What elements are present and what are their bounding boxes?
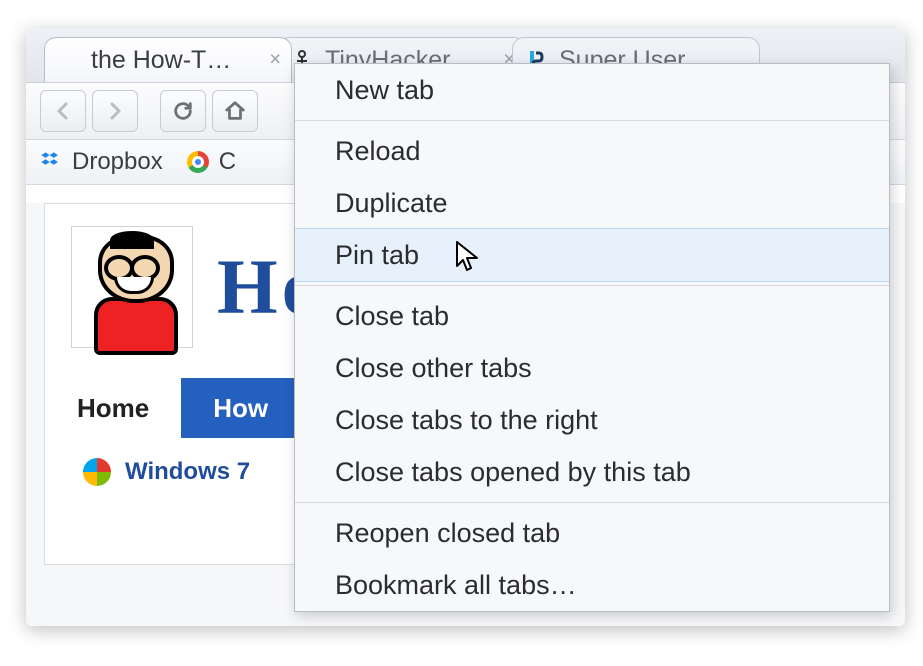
subnav-link[interactable]: Windows 7 [125, 458, 250, 486]
chrome-icon [187, 151, 209, 173]
home-button[interactable] [212, 90, 258, 132]
tab-close-icon[interactable]: × [269, 49, 281, 72]
dropbox-icon [40, 151, 62, 173]
context-menu-item[interactable]: Duplicate [295, 177, 889, 229]
context-menu-item[interactable]: Reload [295, 125, 889, 177]
nav-howto[interactable]: How [181, 378, 300, 438]
bookmark-label: Dropbox [72, 148, 163, 176]
bookmark-label: C [219, 148, 236, 176]
context-menu-item[interactable]: Close other tabs [295, 342, 889, 394]
nav-label: How [213, 393, 268, 424]
context-menu-item[interactable]: Pin tab [295, 228, 889, 282]
nav-label: Home [77, 393, 149, 424]
context-menu-item[interactable]: Close tabs opened by this tab [295, 446, 889, 498]
context-menu-item[interactable]: Close tab [295, 290, 889, 342]
site-logo [71, 226, 193, 348]
windows7-icon [83, 458, 111, 486]
reload-button[interactable] [160, 90, 206, 132]
favicon-howtogeek [57, 49, 79, 71]
context-menu-item[interactable]: New tab [295, 64, 889, 116]
context-menu-item[interactable]: Close tabs to the right [295, 394, 889, 446]
forward-button[interactable] [92, 90, 138, 132]
bookmark-dropbox[interactable]: Dropbox [40, 148, 163, 176]
geek-mascot-icon [84, 235, 180, 347]
tab-howto-geek[interactable]: the How-T… × [44, 37, 292, 82]
context-menu-item[interactable]: Bookmark all tabs… [295, 559, 889, 611]
tab-title: the How-T… [91, 46, 231, 75]
context-menu-item[interactable]: Reopen closed tab [295, 507, 889, 559]
back-button[interactable] [40, 90, 86, 132]
bookmark-chrome[interactable]: C [187, 148, 236, 176]
tab-context-menu: New tabReloadDuplicatePin tabClose tabCl… [294, 63, 890, 612]
nav-home[interactable]: Home [45, 378, 181, 438]
